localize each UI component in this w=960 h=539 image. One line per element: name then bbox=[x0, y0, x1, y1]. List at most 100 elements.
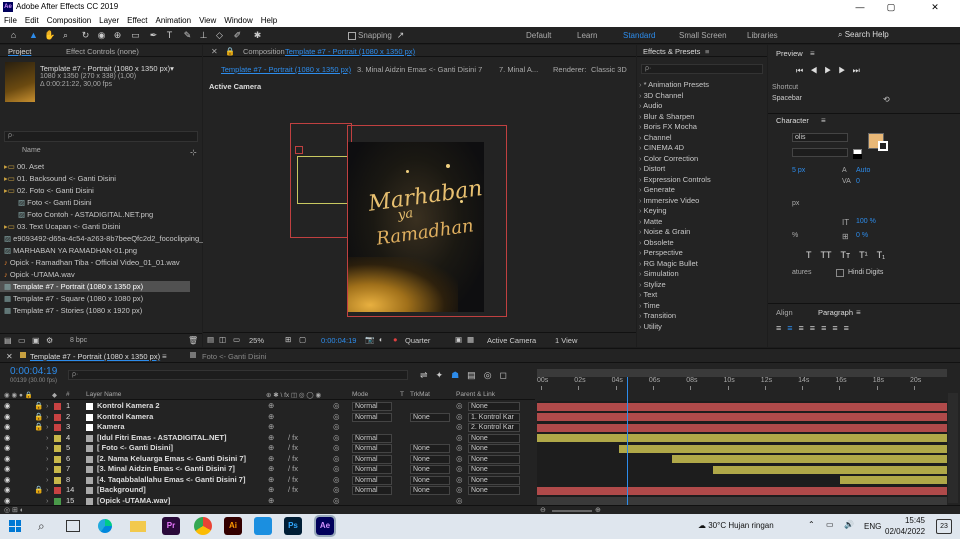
menu-layer[interactable]: Layer bbox=[95, 14, 123, 27]
region-of-interest-icon[interactable]: ▣ bbox=[455, 335, 462, 344]
zoom-in-icon[interactable]: ⊕ bbox=[595, 506, 601, 514]
menu-window[interactable]: Window bbox=[220, 14, 256, 27]
layer-row[interactable]: ◉ › 7 [3. Minal Aidzin Emas <- Ganti Disini… bbox=[0, 464, 535, 475]
chrome-app-icon[interactable] bbox=[194, 517, 212, 535]
volume-icon[interactable]: 🔊 bbox=[844, 520, 854, 529]
layer-row[interactable]: ◉ 🔒 › 2 Kontrol Kamera ⊕ ◎ Normal None ◎ 1. Kontro… bbox=[0, 412, 535, 423]
layer-row[interactable]: ◉ › 4 [Idul Fitri Emas - ASTADIGITAL.NET] ⊕ /… bbox=[0, 433, 535, 444]
effects-search-input[interactable]: ρ· bbox=[641, 64, 763, 74]
layer-name[interactable]: Kontrol Kamera bbox=[97, 412, 153, 423]
pickwhip-icon[interactable]: ◎ bbox=[456, 475, 463, 486]
snapshot-icon[interactable]: 📷 bbox=[365, 335, 374, 344]
layer-duration-bar[interactable] bbox=[537, 486, 947, 495]
parent-select[interactable]: None bbox=[468, 475, 520, 485]
tab-composition[interactable]: Template #7 - Portrait (1080 x 1350 px) bbox=[285, 47, 415, 56]
effect-category[interactable]: › Immersive Video bbox=[639, 195, 699, 206]
effect-category[interactable]: › Noise & Grain bbox=[639, 226, 690, 237]
column-mode[interactable]: Mode bbox=[352, 391, 368, 398]
panel-menu-icon[interactable]: ≡ bbox=[162, 352, 167, 361]
fx-switch-icon[interactable]: / fx bbox=[288, 485, 298, 496]
visibility-eye-icon[interactable]: ◉ bbox=[4, 412, 11, 423]
workspace-default[interactable]: Default bbox=[526, 31, 551, 40]
footer-toggle-icons[interactable]: ◎ ⊞ ◐ bbox=[4, 506, 24, 514]
eraser-tool-icon[interactable]: ◇ bbox=[214, 30, 225, 41]
renderer-value[interactable]: Classic 3D bbox=[591, 65, 627, 74]
project-item[interactable]: ▨ e9093492-d65a-4c54-a263-8b7beeQfc2d2_f… bbox=[0, 233, 203, 244]
search-icon[interactable]: ⌕ bbox=[38, 519, 45, 534]
layer-row[interactable]: ◉ 🔒 › 1 Kontrol Kamera 2 ⊕ ◎ Normal ◎ None bbox=[0, 401, 535, 412]
interpret-footage-icon[interactable]: ▤ bbox=[4, 336, 12, 345]
collapse-switch-icon[interactable]: ⊕ bbox=[268, 443, 274, 454]
reset-icon[interactable]: ⟲ bbox=[883, 95, 890, 104]
justify-all-icon[interactable]: ≡ bbox=[844, 323, 855, 333]
layer-duration-bar[interactable] bbox=[537, 497, 947, 505]
fx-switch-icon[interactable]: / fx bbox=[288, 433, 298, 444]
minimize-button[interactable]: — bbox=[845, 1, 875, 13]
layer-row[interactable]: ◉ › 8 [4. Taqabbalallahu Emas <- Ganti Disi… bbox=[0, 475, 535, 486]
snap-options-icon[interactable]: ↗ bbox=[395, 30, 406, 41]
lock-icon[interactable]: 🔒 bbox=[225, 47, 235, 56]
label-color-swatch[interactable] bbox=[54, 403, 61, 410]
new-folder-icon[interactable]: ▭ bbox=[18, 336, 26, 345]
text-style-button[interactable]: T bbox=[806, 250, 812, 260]
expand-arrow-icon[interactable]: › bbox=[46, 443, 49, 454]
expand-arrow-icon[interactable]: › bbox=[46, 485, 49, 496]
layer-search-input[interactable]: ρ· bbox=[68, 370, 408, 380]
fx-switch-icon[interactable]: / fx bbox=[288, 464, 298, 475]
visibility-eye-icon[interactable]: ◉ bbox=[4, 475, 11, 486]
parent-select[interactable]: None bbox=[468, 444, 520, 453]
pickwhip-icon[interactable]: ◎ bbox=[456, 422, 463, 433]
visibility-eye-icon[interactable]: ◉ bbox=[4, 433, 11, 444]
after-effects-app-icon[interactable]: Ae bbox=[314, 515, 336, 537]
project-search-input[interactable]: ρ· bbox=[4, 131, 198, 142]
effect-category[interactable]: › Text bbox=[639, 289, 657, 300]
brush-tool-icon[interactable]: ✎ bbox=[182, 30, 193, 41]
justify-last-center-icon[interactable]: ≡ bbox=[821, 323, 832, 333]
layer-duration-bar[interactable] bbox=[537, 434, 947, 442]
layer-name[interactable]: Kamera bbox=[97, 422, 125, 433]
project-item[interactable]: ▦ Template #7 - Portrait (1080 x 1350 px… bbox=[0, 281, 190, 292]
pen-tool-icon[interactable]: ✒ bbox=[148, 30, 159, 41]
label-color-swatch[interactable] bbox=[54, 434, 61, 442]
layer-row[interactable]: ◉ › 5 [ Foto <- Ganti Disini] ⊕ / fx ◎ Normal No… bbox=[0, 443, 535, 454]
puppet-tool-icon[interactable]: ✱ bbox=[252, 30, 263, 41]
collapse-switch-icon[interactable]: ⊕ bbox=[268, 433, 274, 444]
layer-duration-bar[interactable] bbox=[537, 413, 947, 421]
view-layout-select[interactable]: 1 View bbox=[555, 336, 577, 345]
rotate-tool-icon[interactable]: ↻ bbox=[80, 30, 91, 41]
start-button[interactable] bbox=[9, 520, 21, 532]
effect-category[interactable]: › Blur & Sharpen bbox=[639, 111, 694, 122]
panel-menu-icon[interactable]: ≡ bbox=[810, 49, 815, 58]
selection-tool-icon[interactable]: ▲ bbox=[28, 30, 39, 41]
layer-name[interactable]: [4. Taqabbalallahu Emas <- Ganti Disini … bbox=[97, 475, 245, 486]
blend-mode-select[interactable]: Normal bbox=[352, 412, 392, 422]
flow-item-2[interactable]: 3. Minal Aidzin Emas <- Ganti Disini 7 bbox=[357, 65, 482, 74]
stroke-width-unit[interactable]: px bbox=[792, 200, 799, 207]
effect-category[interactable]: › Channel bbox=[639, 132, 672, 143]
collapse-switch-icon[interactable]: ⊕ bbox=[268, 464, 274, 475]
3d-layer-icon[interactable]: ◎ bbox=[333, 422, 340, 433]
column-layer-name[interactable]: Layer Name bbox=[86, 391, 121, 398]
project-item[interactable]: ▸▭ 03. Text Ucapan <- Ganti Disini bbox=[0, 221, 190, 232]
timeline-current-time[interactable]: 0:00:04:19 bbox=[10, 366, 57, 377]
show-snapshot-icon[interactable]: ◐ bbox=[379, 335, 384, 344]
timeline-scrollbar[interactable] bbox=[948, 393, 958, 503]
clone-stamp-tool-icon[interactable]: ⊥ bbox=[198, 30, 209, 41]
clock-date[interactable]: 02/04/2022 bbox=[885, 527, 925, 536]
tracking-value[interactable]: 0 bbox=[856, 178, 860, 185]
first-frame-icon[interactable]: ⏮ bbox=[796, 66, 810, 75]
effect-category[interactable]: › Perspective bbox=[639, 247, 683, 258]
leading-value[interactable]: Auto bbox=[856, 167, 870, 174]
layer-duration-bar[interactable] bbox=[537, 423, 947, 432]
safe-margins-icon[interactable]: ▢ bbox=[299, 335, 306, 344]
layer-duration-bar[interactable] bbox=[840, 476, 947, 484]
align-right-icon[interactable]: ≡ bbox=[799, 323, 810, 333]
grid-icon[interactable]: ⊞ bbox=[285, 335, 291, 344]
blend-mode-select[interactable]: Normal bbox=[352, 475, 392, 485]
paragraph-align-buttons[interactable]: ≡≡≡≡≡≡≡ bbox=[776, 323, 855, 333]
align-left-icon[interactable]: ≡ bbox=[776, 323, 787, 333]
layer-row[interactable]: ◉ 🔒 › 3 Kamera ⊕ ◎ ◎ 2. Kontrol Kar bbox=[0, 422, 535, 433]
3d-layer-icon[interactable]: ◎ bbox=[333, 485, 340, 496]
work-area-bar[interactable] bbox=[537, 369, 947, 377]
parent-select[interactable]: None bbox=[468, 402, 520, 411]
